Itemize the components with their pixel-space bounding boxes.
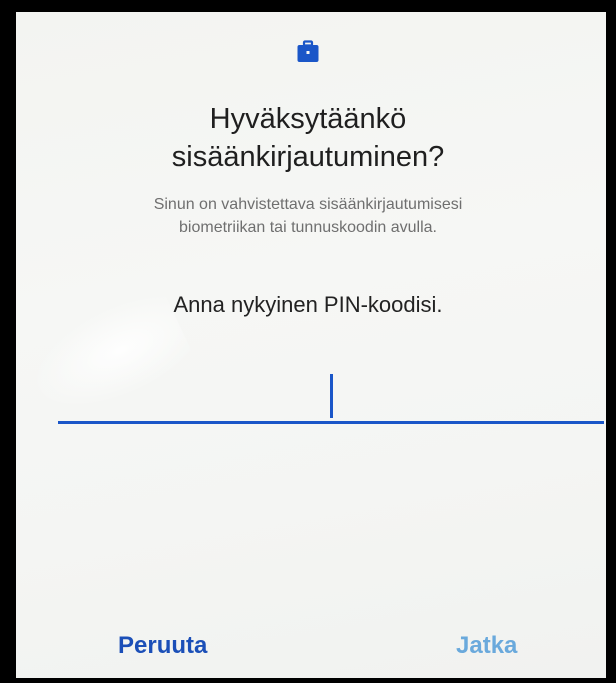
dialog-subtitle: Sinun on vahvistettava sisäänkirjautumis…: [0, 193, 616, 239]
dialog-subtitle-line2: biometriikan tai tunnuskoodin avulla.: [179, 219, 437, 236]
dialog-title-line1: Hyväksytäänkö: [209, 103, 407, 135]
dialog-title: Hyväksytäänkö sisäänkirjautuminen?: [0, 100, 616, 176]
dialog-subtitle-line1: Sinun on vahvistettava sisäänkirjautumis…: [153, 196, 463, 213]
cancel-button[interactable]: Peruuta: [118, 632, 207, 660]
briefcase-icon: [297, 40, 319, 62]
pin-prompt: Anna nykyinen PIN-koodisi.: [173, 292, 443, 317]
text-cursor: [330, 374, 333, 418]
dialog-title-line2: sisäänkirjautuminen?: [171, 141, 445, 173]
continue-button[interactable]: Jatka: [456, 632, 517, 660]
